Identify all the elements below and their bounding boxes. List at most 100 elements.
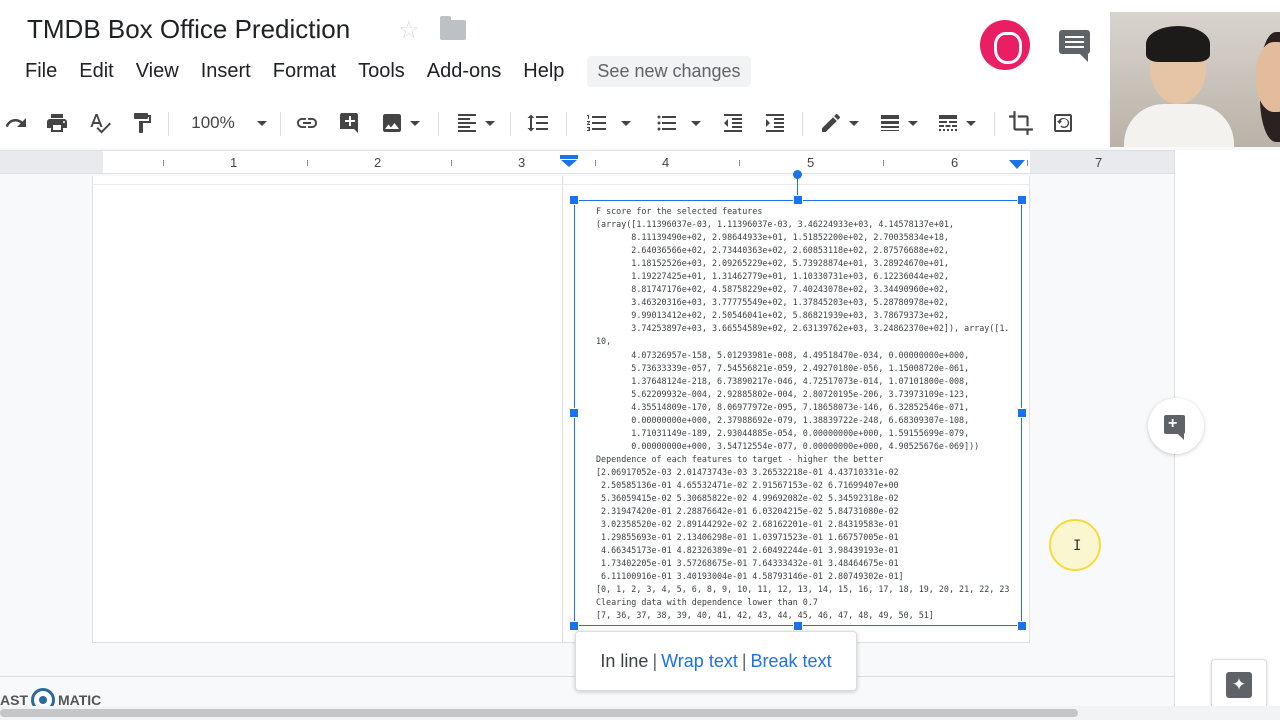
ruler-tick	[451, 160, 452, 166]
right-indent-marker[interactable]	[1009, 160, 1025, 169]
insert-image-icon[interactable]	[376, 100, 424, 146]
menu-bar: File Edit View Insert Format Tools Add-o…	[14, 55, 751, 87]
toolbar-divider	[994, 112, 995, 136]
rotate-handle[interactable]	[793, 170, 802, 179]
code-line: 4.66345173e-01 4.82326389e-01 2.60492244…	[596, 545, 899, 556]
code-line: 2.50585136e-01 4.65532471e-02 2.91567153…	[596, 479, 899, 490]
link-icon[interactable]	[292, 100, 322, 146]
resize-handle-right[interactable]	[1017, 408, 1027, 418]
account-avatar[interactable]	[980, 20, 1030, 70]
ruler-tick	[163, 160, 164, 166]
add-comment-button[interactable]: +	[1148, 398, 1204, 454]
code-line: 3.02358520e-02 2.89144292e-02 2.68162201…	[596, 519, 899, 530]
code-line: 4.35514809e-170, 8.06977972e-095, 7.1865…	[596, 401, 970, 412]
explore-icon: ✦	[1226, 672, 1252, 698]
increase-indent-icon[interactable]	[760, 100, 790, 146]
ruler-number: 3	[518, 155, 526, 170]
insert-comment-icon[interactable]	[336, 100, 364, 146]
resize-handle-bottom-right[interactable]	[1017, 621, 1027, 631]
code-line: 2.64036566e+02, 2.73440363e+02, 2.608531…	[596, 245, 949, 256]
code-line: 2.31947420e-01 2.28876642e-01 6.03204215…	[596, 506, 899, 517]
paint-format-icon[interactable]	[128, 100, 156, 146]
left-indent-marker[interactable]	[560, 155, 578, 167]
ruler-number: 4	[662, 155, 670, 170]
star-icon[interactable]: ☆	[398, 16, 420, 45]
spellcheck-icon[interactable]	[86, 100, 114, 146]
code-line: 6.11100916e-01 3.40193004e-01 4.58793146…	[596, 571, 904, 582]
selected-code-image[interactable]: F score for the selected features (array(…	[574, 200, 1022, 626]
toolbar-divider	[802, 112, 803, 136]
code-line: (array([1.11396037e-03, 1.11396037e-03, …	[596, 219, 954, 230]
resize-handle-top[interactable]	[793, 195, 803, 205]
ruler-number: 1	[230, 155, 238, 170]
code-line: 10,	[596, 336, 612, 347]
ruler-number: 6	[951, 155, 959, 170]
code-line: [0, 1, 2, 3, 4, 5, 6, 8, 9, 10, 11, 12, …	[596, 584, 1010, 595]
border-dash-icon[interactable]	[930, 100, 982, 146]
numbered-list-icon[interactable]	[580, 100, 636, 146]
menu-insert[interactable]: Insert	[190, 60, 262, 83]
comment-history-icon[interactable]	[1059, 30, 1090, 62]
code-line: 1.71031149e-189, 2.93044885e-054, 0.0000…	[596, 427, 970, 438]
zoom-caret-icon	[256, 120, 267, 126]
ruler-left-margin	[0, 151, 103, 173]
ruler-number: 2	[374, 155, 382, 170]
code-output-text: F score for the selected features (array(…	[596, 205, 1009, 623]
menu-view[interactable]: View	[125, 60, 190, 83]
border-color-icon[interactable]	[814, 100, 864, 146]
reset-image-icon[interactable]	[1048, 100, 1078, 146]
toolbar-divider	[168, 112, 169, 136]
code-line: 0.00000000e+000, 2.37988692e-079, 1.3883…	[596, 414, 970, 425]
horizontal-scrollbar[interactable]	[0, 706, 1280, 720]
menu-edit[interactable]: Edit	[68, 60, 124, 83]
menu-addons[interactable]: Add-ons	[416, 60, 513, 83]
crop-icon[interactable]	[1006, 100, 1036, 146]
explore-button[interactable]: ✦	[1211, 659, 1267, 711]
zoom-select[interactable]: 100%	[186, 100, 272, 146]
code-line: 9.99013412e+02, 2.50546041e+02, 5.868219…	[596, 310, 949, 321]
code-line: [2.06917052e-03 2.01473743e-03 3.2653221…	[596, 466, 899, 477]
code-line: 5.73633339e-057, 7.54556821e-059, 2.4927…	[596, 362, 970, 373]
border-weight-icon[interactable]	[872, 100, 924, 146]
code-line: 3.46320316e+03, 3.77775549e+02, 1.378452…	[596, 297, 949, 308]
page-column-line	[562, 176, 563, 643]
line-spacing-icon[interactable]	[522, 100, 554, 146]
decrease-indent-icon[interactable]	[718, 100, 748, 146]
wrap-text-option[interactable]: Wrap text	[661, 651, 738, 672]
scrollbar-thumb[interactable]	[0, 709, 1078, 717]
resize-handle-left[interactable]	[569, 408, 579, 418]
print-icon[interactable]	[42, 100, 72, 146]
code-line: 1.73402205e-01 3.57268675e-01 7.64333432…	[596, 558, 899, 569]
document-title[interactable]: TMDB Box Office Prediction	[27, 14, 350, 45]
break-text-option[interactable]: Break text	[751, 651, 832, 672]
folder-icon[interactable]	[440, 16, 466, 40]
toolbar-divider	[438, 112, 439, 136]
code-line: 8.81747176e+02, 4.58758229e+02, 7.402430…	[596, 284, 949, 295]
horizontal-ruler: 1 2 3 4 5 6 7	[0, 150, 1174, 174]
menu-tools[interactable]: Tools	[347, 60, 416, 83]
toolbar-divider	[510, 112, 511, 136]
redo-icon[interactable]	[2, 100, 30, 146]
text-cursor-icon: I	[1073, 538, 1082, 554]
ruler-tick	[307, 160, 308, 166]
menu-format[interactable]: Format	[262, 60, 347, 83]
bulleted-list-icon[interactable]	[650, 100, 706, 146]
code-line: 1.18152526e+03, 2.09265229e+02, 5.739288…	[596, 258, 949, 269]
resize-handle-top-left[interactable]	[569, 195, 579, 205]
resize-handle-bottom-left[interactable]	[569, 621, 579, 631]
menu-file[interactable]: File	[14, 60, 68, 83]
resize-handle-bottom[interactable]	[793, 621, 803, 631]
see-new-changes-button[interactable]: See new changes	[587, 55, 751, 87]
ruler-tick	[1027, 160, 1028, 166]
ruler-number: 5	[807, 155, 815, 170]
ruler-tick	[739, 160, 740, 166]
ruler-tick	[595, 160, 596, 166]
toolbar-divider	[280, 112, 281, 136]
inline-option[interactable]: In line	[600, 651, 648, 672]
code-line: F score for the selected features	[596, 206, 763, 216]
code-line: 5.62209932e-004, 2.92885802e-004, 2.8072…	[596, 388, 970, 399]
menu-help[interactable]: Help	[512, 60, 575, 83]
resize-handle-top-right[interactable]	[1017, 195, 1027, 205]
option-separator: |	[652, 650, 658, 671]
align-icon[interactable]	[452, 100, 498, 146]
